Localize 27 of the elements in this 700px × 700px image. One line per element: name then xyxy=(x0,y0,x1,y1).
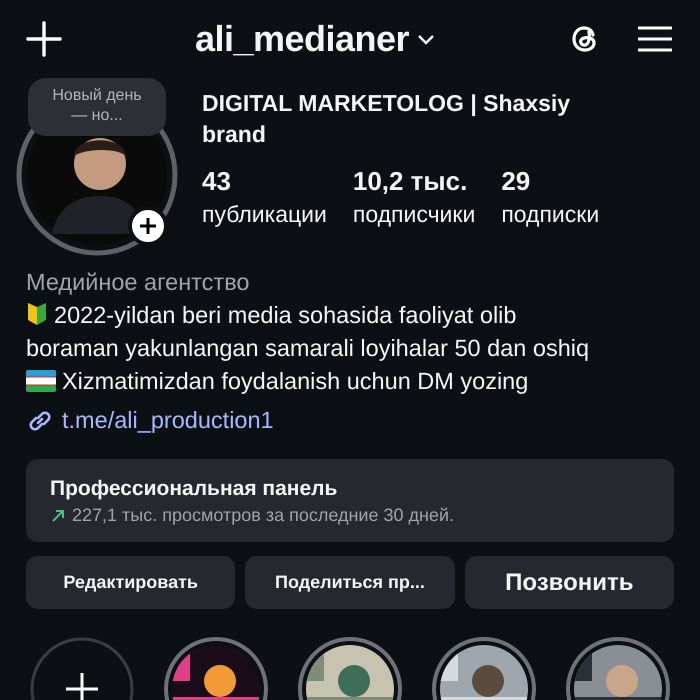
trend-up-icon xyxy=(50,508,66,524)
category-label: Медийное агентство xyxy=(26,268,250,297)
add-story-icon[interactable] xyxy=(128,206,168,246)
bio-text: Xizmatimizdan foydalanish uchun DM yozing xyxy=(62,368,528,394)
profile-button[interactable]: Поделиться пр... xyxy=(245,556,455,609)
dashboard-subtitle: 227,1 тыс. просмотров за последние 30 дней. xyxy=(72,505,454,526)
bio-text: boraman yakunlangan samarali loyihalar 50 dan oshiq xyxy=(26,335,590,361)
menu-icon[interactable] xyxy=(638,25,672,53)
profile-name: DIGITAL MARKETOLOG | Shaxsiy brand xyxy=(202,89,572,149)
stat-label[interactable]: публикации xyxy=(202,201,327,228)
stat-count[interactable]: 10,2 тыс. xyxy=(352,166,476,197)
flag-icon xyxy=(26,370,56,392)
professional-dashboard[interactable]: Профессиональная панель 227,1 тыс. просмотров за последние 30 дней. xyxy=(26,459,674,542)
stat-label[interactable]: подписки xyxy=(501,201,600,228)
bio-text: 2022-yildan beri media sohasida faoliyat olib xyxy=(54,302,516,328)
profile-link[interactable]: t.me/ali_production1 xyxy=(62,404,274,437)
beginner-mark-icon xyxy=(26,302,48,326)
dashboard-title: Профессиональная панель xyxy=(50,477,338,501)
note-tooltip[interactable]: Новый день — но... xyxy=(28,78,166,136)
chevron-down-icon[interactable] xyxy=(417,33,436,45)
stat-label[interactable]: подписчики xyxy=(352,201,476,228)
profile-button[interactable]: Позвонить xyxy=(464,556,674,609)
stat-count[interactable]: 29 xyxy=(501,166,600,197)
stat-count[interactable]: 43 xyxy=(202,166,327,197)
add-icon[interactable] xyxy=(26,21,62,57)
username[interactable]: ali_medianer xyxy=(194,18,410,60)
profile-button[interactable]: Редактировать xyxy=(26,556,236,609)
